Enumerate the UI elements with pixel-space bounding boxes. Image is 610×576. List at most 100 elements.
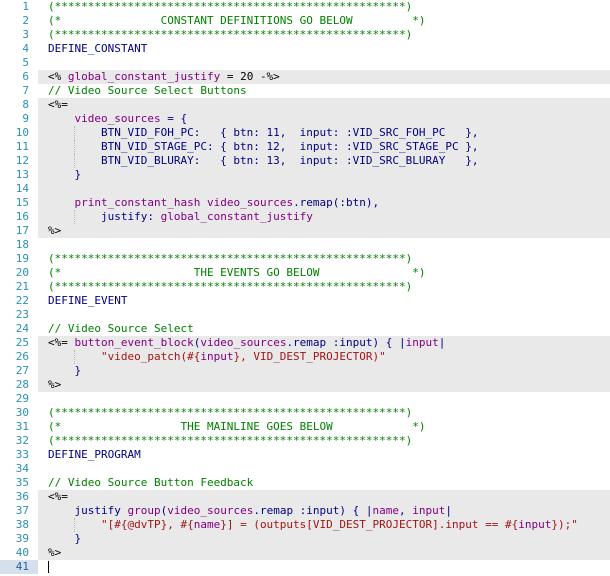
line-code[interactable]	[38, 182, 610, 196]
code-line[interactable]: 37 justify group(video_sources.remap :in…	[0, 504, 610, 518]
code-line[interactable]: 18	[0, 238, 610, 252]
code-line[interactable]: 6 <% global_constant_justify = 20 -%>	[0, 70, 610, 84]
code-editor[interactable]: 1 (**************************************…	[0, 0, 610, 576]
code-line[interactable]: 10 BTN_VID_FOH_PC: { btn: 11, input: :VI…	[0, 126, 610, 140]
line-code[interactable]	[38, 462, 610, 476]
token-ruby: .remap :input) { |	[253, 504, 373, 517]
line-code[interactable]: BTN_VID_STAGE_PC: { btn: 12, input: :VID…	[38, 140, 610, 154]
line-code[interactable]: BTN_VID_FOH_PC: { btn: 11, input: :VID_S…	[38, 126, 610, 140]
code-line[interactable]: 15 print_constant_hash video_sources.rem…	[0, 196, 610, 210]
code-line[interactable]: 28 %>	[0, 378, 610, 392]
line-code[interactable]: %>	[38, 378, 610, 392]
line-code[interactable]: (* THE EVENTS GO BELOW *)	[38, 266, 610, 280]
code-line[interactable]: 2 (* CONSTANT DEFINITIONS GO BELOW *)	[0, 14, 610, 28]
code-line[interactable]: 21 (*************************************…	[0, 280, 610, 294]
line-code[interactable]: DEFINE_CONSTANT	[38, 42, 610, 56]
code-line[interactable]: 34	[0, 462, 610, 476]
code-line[interactable]: 17 %>	[0, 224, 610, 238]
line-code[interactable]: %>	[38, 546, 610, 560]
line-code[interactable]: DEFINE_EVENT	[38, 294, 610, 308]
line-code[interactable]	[38, 560, 610, 574]
code-line[interactable]: 8 <%=	[0, 98, 610, 112]
indent-guide	[74, 210, 76, 224]
code-line[interactable]: 26 "video_patch(#{input}, VID_DEST_PROJE…	[0, 350, 610, 364]
code-line[interactable]: 24 // Video Source Select	[0, 322, 610, 336]
token-erb: <%=	[48, 490, 68, 503]
line-code[interactable]: "video_patch(#{input}, VID_DEST_PROJECTO…	[38, 350, 610, 364]
token-string: });"	[551, 518, 578, 531]
code-line[interactable]: 7 // Video Source Select Buttons	[0, 84, 610, 98]
line-number: 29	[0, 392, 38, 406]
line-code[interactable]: // Video Source Select Buttons	[38, 84, 610, 98]
code-line[interactable]: 41	[0, 560, 610, 574]
line-code[interactable]	[38, 392, 610, 406]
code-line[interactable]: 22 DEFINE_EVENT	[0, 294, 610, 308]
line-code[interactable]: }	[38, 532, 610, 546]
token-ruby: = {	[160, 112, 188, 125]
line-code[interactable]: %>	[38, 224, 610, 238]
code-line[interactable]: 1 (**************************************…	[0, 0, 610, 14]
line-code[interactable]: (***************************************…	[38, 28, 610, 42]
code-line[interactable]: 25 <%= button_event_block(video_sources.r…	[0, 336, 610, 350]
line-code[interactable]: (* THE MAINLINE GOES BELOW *)	[38, 420, 610, 434]
line-code[interactable]	[38, 238, 610, 252]
code-line[interactable]: 35 // Video Source Button Feedback	[0, 476, 610, 490]
code-line[interactable]: 16 justify: global_constant_justify	[0, 210, 610, 224]
code-line[interactable]: 36 <%=	[0, 490, 610, 504]
line-code[interactable]: (***************************************…	[38, 0, 610, 14]
token-string: }, VID_DEST_PROJECTOR)"	[233, 350, 386, 363]
line-code[interactable]: }	[38, 168, 610, 182]
line-code[interactable]	[38, 56, 610, 70]
line-number: 28	[0, 378, 38, 392]
code-line[interactable]: 13 }	[0, 168, 610, 182]
line-code[interactable]: video_sources = {	[38, 112, 610, 126]
code-line[interactable]: 3 (**************************************…	[0, 28, 610, 42]
line-code[interactable]: DEFINE_PROGRAM	[38, 448, 610, 462]
code-line[interactable]: 31 (* THE MAINLINE GOES BELOW *)	[0, 420, 610, 434]
code-line[interactable]: 39 }	[0, 532, 610, 546]
line-code[interactable]: // Video Source Button Feedback	[38, 476, 610, 490]
line-code[interactable]: (***************************************…	[38, 406, 610, 420]
line-code[interactable]: justify: global_constant_justify	[38, 210, 610, 224]
line-code[interactable]: (***************************************…	[38, 252, 610, 266]
code-line[interactable]: 14	[0, 182, 610, 196]
code-line[interactable]: 12 BTN_VID_BLURAY: { btn: 13, input: :VI…	[0, 154, 610, 168]
code-line[interactable]: 32 (*************************************…	[0, 434, 610, 448]
line-code[interactable]: (***************************************…	[38, 280, 610, 294]
line-code[interactable]: print_constant_hash video_sources.remap(…	[38, 196, 610, 210]
code-line[interactable]: 9 video_sources = {	[0, 112, 610, 126]
line-code[interactable]: <% global_constant_justify = 20 -%>	[38, 70, 610, 84]
code-line[interactable]: 29	[0, 392, 610, 406]
token-string: "video_patch(#{	[48, 350, 201, 363]
code-line[interactable]: 40 %>	[0, 546, 610, 560]
line-code[interactable]: (* CONSTANT DEFINITIONS GO BELOW *)	[38, 14, 610, 28]
code-line[interactable]: 11 BTN_VID_STAGE_PC: { btn: 12, input: :…	[0, 140, 610, 154]
code-line[interactable]: 23	[0, 308, 610, 322]
line-code[interactable]: <%= button_event_block(video_sources.rem…	[38, 336, 610, 350]
line-number: 22	[0, 294, 38, 308]
code-line[interactable]: 19 (*************************************…	[0, 252, 610, 266]
line-code[interactable]: (***************************************…	[38, 434, 610, 448]
code-line[interactable]: 20 (* THE EVENTS GO BELOW *)	[0, 266, 610, 280]
line-number: 12	[0, 154, 38, 168]
line-code[interactable]: justify group(video_sources.remap :input…	[38, 504, 610, 518]
token-var: group	[127, 504, 161, 517]
code-line[interactable]: 30 (*************************************…	[0, 406, 610, 420]
line-code[interactable]	[38, 308, 610, 322]
line-code[interactable]: BTN_VID_BLURAY: { btn: 13, input: :VID_S…	[38, 154, 610, 168]
token-var: global_constant_justify	[67, 70, 221, 83]
code-line[interactable]: 27 }	[0, 364, 610, 378]
line-code[interactable]: // Video Source Select	[38, 322, 610, 336]
code-line[interactable]: 5	[0, 56, 610, 70]
line-code[interactable]: <%=	[38, 490, 610, 504]
code-line[interactable]: 4 DEFINE_CONSTANT	[0, 42, 610, 56]
line-code[interactable]: }	[38, 364, 610, 378]
code-line[interactable]: 33 DEFINE_PROGRAM	[0, 448, 610, 462]
line-number: 34	[0, 462, 38, 476]
line-code[interactable]: <%=	[38, 98, 610, 112]
token-define: DEFINE_PROGRAM	[48, 448, 141, 461]
line-number: 21	[0, 280, 38, 294]
line-code[interactable]: "[#{@dvTP}, #{name}] = (outputs[VID_DEST…	[38, 518, 610, 532]
code-line[interactable]: 38 "[#{@dvTP}, #{name}] = (outputs[VID_D…	[0, 518, 610, 532]
token-comment: (***************************************…	[48, 0, 413, 13]
